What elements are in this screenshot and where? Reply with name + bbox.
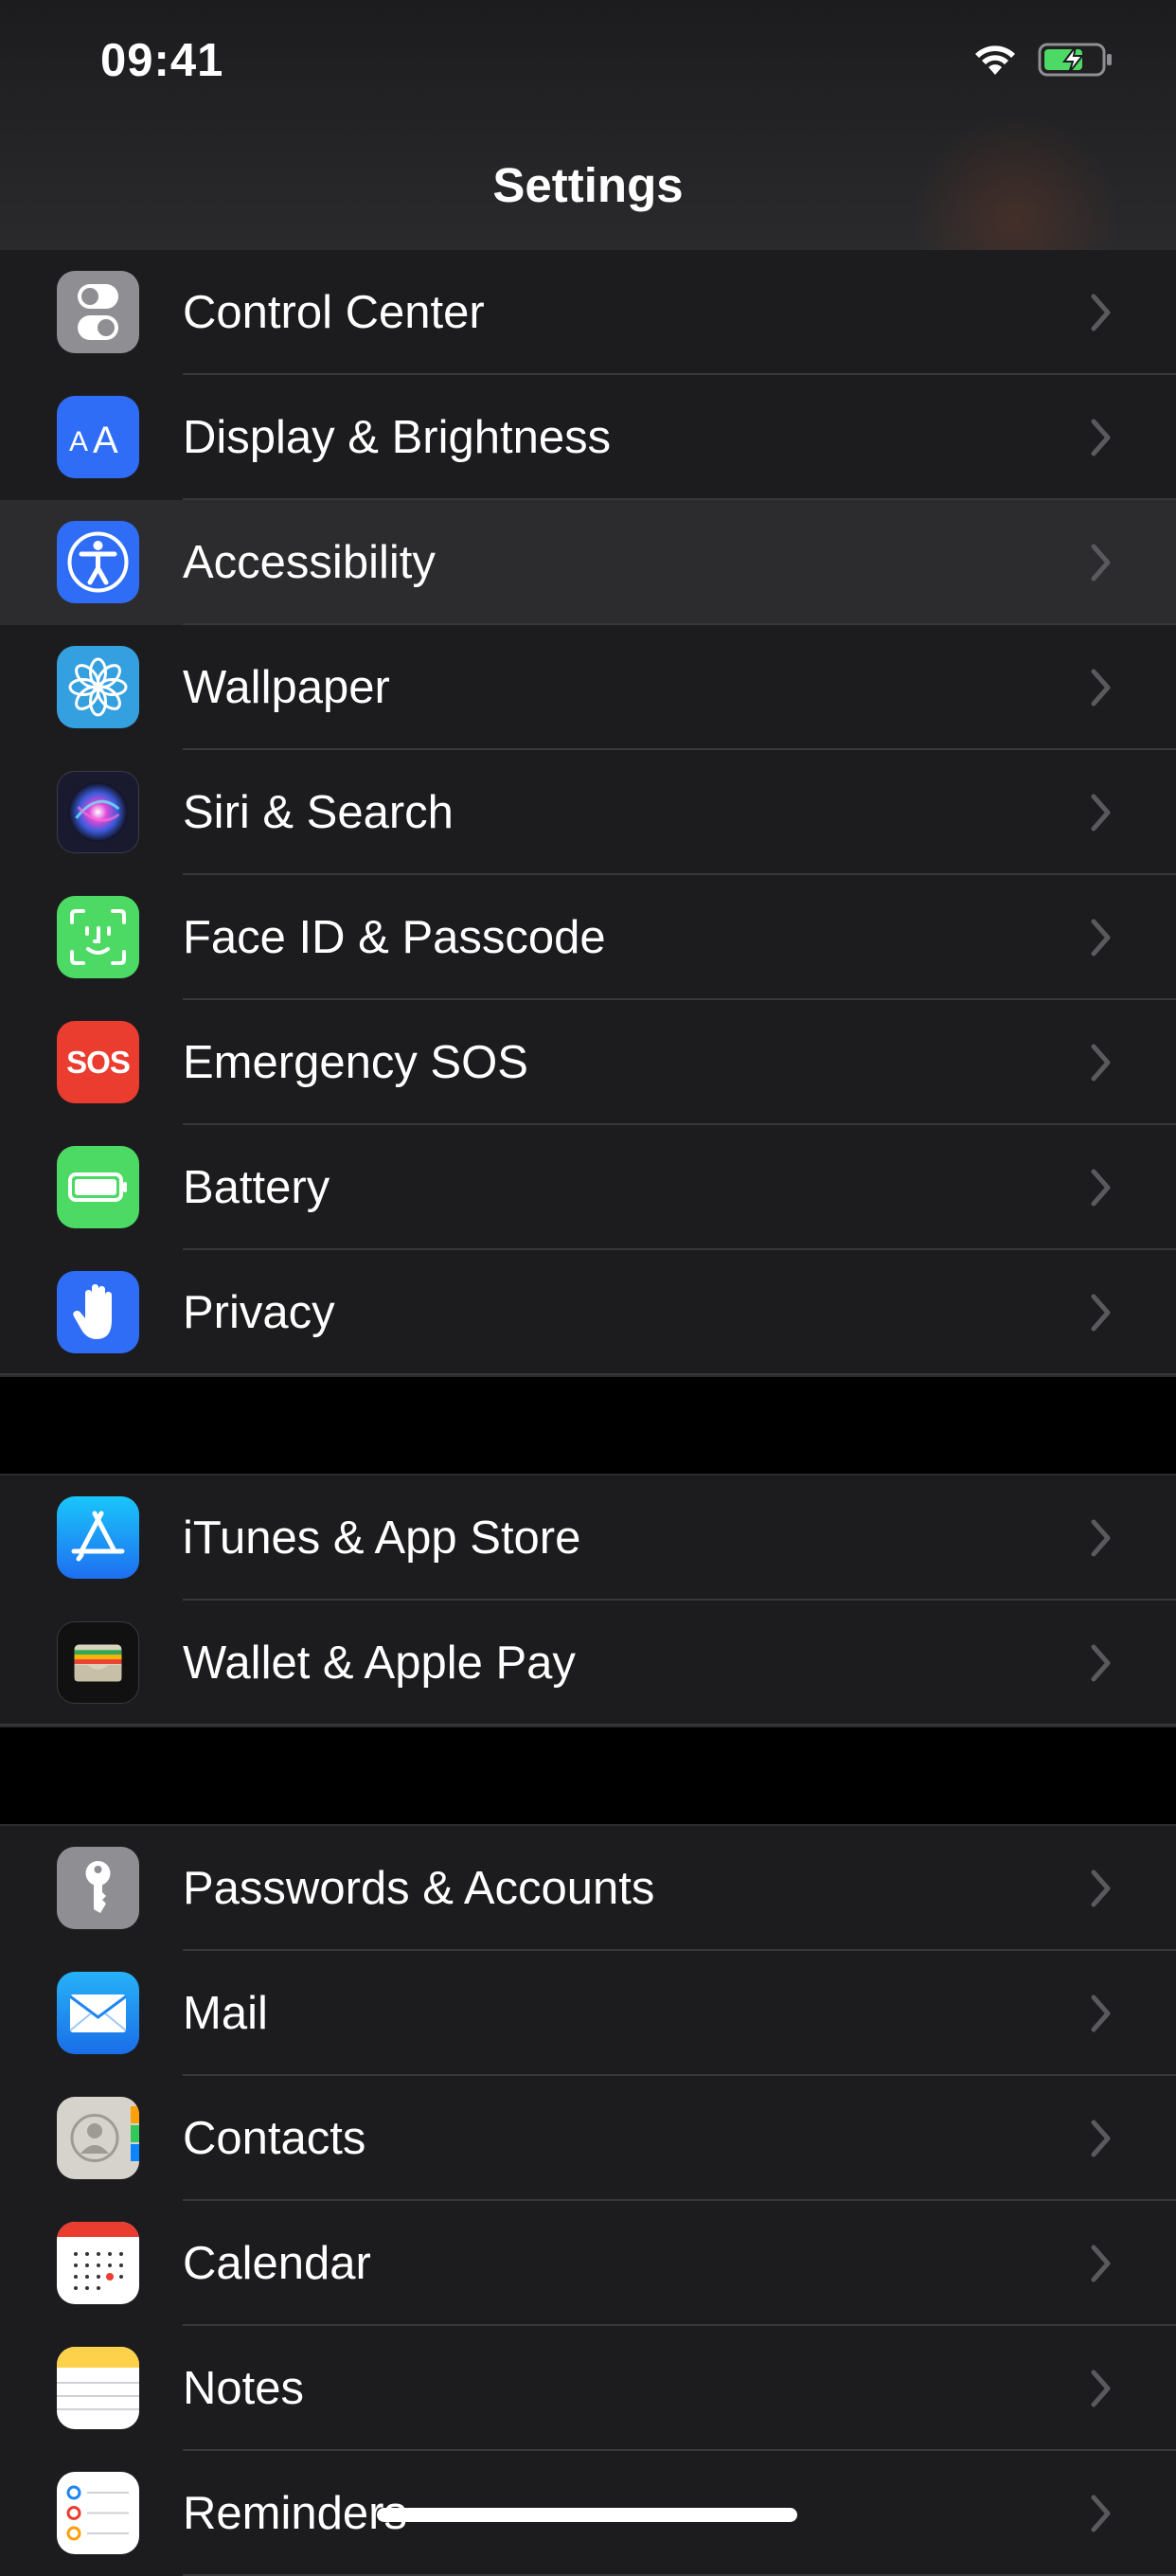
row-label: Accessibility xyxy=(183,537,436,588)
settings-row-siri-search[interactable]: Siri & Search xyxy=(0,750,1176,875)
contacts-icon xyxy=(57,2097,139,2179)
row-label: Wallet & Apple Pay xyxy=(183,1637,576,1689)
chevron-right-icon xyxy=(1091,1519,1111,1557)
chevron-right-icon xyxy=(1091,1294,1111,1332)
chevron-right-icon xyxy=(1091,669,1111,707)
home-indicator[interactable] xyxy=(377,2508,797,2522)
siri-orb-icon xyxy=(57,771,139,853)
row-label: Emergency SOS xyxy=(183,1037,528,1088)
settings-group-1: Control Center A A Display & Brightness xyxy=(0,250,1176,1375)
settings-row-itunes-app-store[interactable]: iTunes & App Store xyxy=(0,1476,1176,1601)
face-id-icon xyxy=(57,896,139,978)
settings-row-privacy[interactable]: Privacy xyxy=(0,1250,1176,1375)
row-label: Battery xyxy=(183,1162,330,1213)
reminders-icon xyxy=(57,2472,139,2554)
page-title: Settings xyxy=(492,158,684,212)
settings-row-wallpaper[interactable]: Wallpaper xyxy=(0,625,1176,750)
row-label: Notes xyxy=(183,2363,305,2414)
settings-row-emergency-sos[interactable]: SOS Emergency SOS xyxy=(0,1000,1176,1125)
chevron-right-icon xyxy=(1091,419,1111,456)
chevron-right-icon xyxy=(1091,1644,1111,1682)
row-label: Contacts xyxy=(183,2113,366,2164)
settings-row-passwords-accounts[interactable]: Passwords & Accounts xyxy=(0,1826,1176,1951)
settings-group-2: iTunes & App Store Wallet & Apple Pay xyxy=(0,1476,1176,1726)
section-gap xyxy=(0,1375,1176,1476)
settings-row-notes[interactable]: Notes xyxy=(0,2326,1176,2451)
chevron-right-icon xyxy=(1091,1869,1111,1907)
row-label: Face ID & Passcode xyxy=(183,912,606,963)
row-label: Mail xyxy=(183,1988,268,2039)
chevron-right-icon xyxy=(1091,1995,1111,2032)
chevron-right-icon xyxy=(1091,544,1111,581)
settings-row-control-center[interactable]: Control Center xyxy=(0,250,1176,375)
settings-row-mail[interactable]: Mail xyxy=(0,1951,1176,2076)
sos-icon: SOS xyxy=(57,1021,139,1103)
toggle-switches-icon xyxy=(57,271,139,353)
sos-icon-text: SOS xyxy=(66,1044,131,1080)
chevron-right-icon xyxy=(1091,2495,1111,2532)
status-icons xyxy=(973,42,1114,78)
chevron-right-icon xyxy=(1091,794,1111,832)
navigation-header: 09:41 Settings xyxy=(0,0,1176,250)
settings-row-accessibility[interactable]: Accessibility xyxy=(0,500,1176,625)
flower-icon xyxy=(57,646,139,728)
wallet-icon xyxy=(57,1621,139,1704)
settings-row-calendar[interactable]: Calendar xyxy=(0,2201,1176,2326)
row-label: Privacy xyxy=(183,1287,335,1338)
battery-charging-icon xyxy=(1038,43,1112,77)
settings-row-battery[interactable]: Battery xyxy=(0,1125,1176,1250)
status-time: 09:41 xyxy=(100,35,224,86)
section-gap xyxy=(0,1726,1176,1826)
row-label: Siri & Search xyxy=(183,787,454,838)
row-label: Reminders xyxy=(183,2488,407,2539)
row-label: Wallpaper xyxy=(183,662,390,713)
svg-text:A: A xyxy=(93,420,118,461)
hand-icon xyxy=(57,1271,139,1353)
settings-row-face-id[interactable]: Face ID & Passcode xyxy=(0,875,1176,1000)
settings-row-display-brightness[interactable]: A A Display & Brightness xyxy=(0,375,1176,500)
svg-text:A: A xyxy=(69,426,88,457)
settings-group-3: Passwords & Accounts Mail Contacts Calen… xyxy=(0,1826,1176,2576)
wifi-icon xyxy=(975,45,1015,75)
chevron-right-icon xyxy=(1091,1044,1111,1082)
settings-row-contacts[interactable]: Contacts xyxy=(0,2076,1176,2201)
mail-envelope-icon xyxy=(57,1972,139,2054)
chevron-right-icon xyxy=(1091,2245,1111,2282)
key-icon xyxy=(57,1847,139,1929)
chevron-right-icon xyxy=(1091,1169,1111,1207)
chevron-right-icon xyxy=(1091,2370,1111,2407)
row-label: Passwords & Accounts xyxy=(183,1863,655,1914)
row-label: Calendar xyxy=(183,2238,371,2289)
accessibility-person-icon xyxy=(57,521,139,603)
row-label: Display & Brightness xyxy=(183,412,612,463)
row-label: iTunes & App Store xyxy=(183,1512,581,1564)
settings-row-wallet-apple-pay[interactable]: Wallet & Apple Pay xyxy=(0,1601,1176,1726)
battery-icon xyxy=(57,1146,139,1228)
chevron-right-icon xyxy=(1091,2120,1111,2157)
calendar-icon xyxy=(57,2222,139,2304)
chevron-right-icon xyxy=(1091,919,1111,957)
app-store-icon xyxy=(57,1496,139,1579)
notes-icon xyxy=(57,2347,139,2429)
row-label: Control Center xyxy=(183,287,485,338)
settings-list: Control Center A A Display & Brightness xyxy=(0,250,1176,2576)
chevron-right-icon xyxy=(1091,294,1111,331)
text-size-icon: A A xyxy=(57,396,139,478)
